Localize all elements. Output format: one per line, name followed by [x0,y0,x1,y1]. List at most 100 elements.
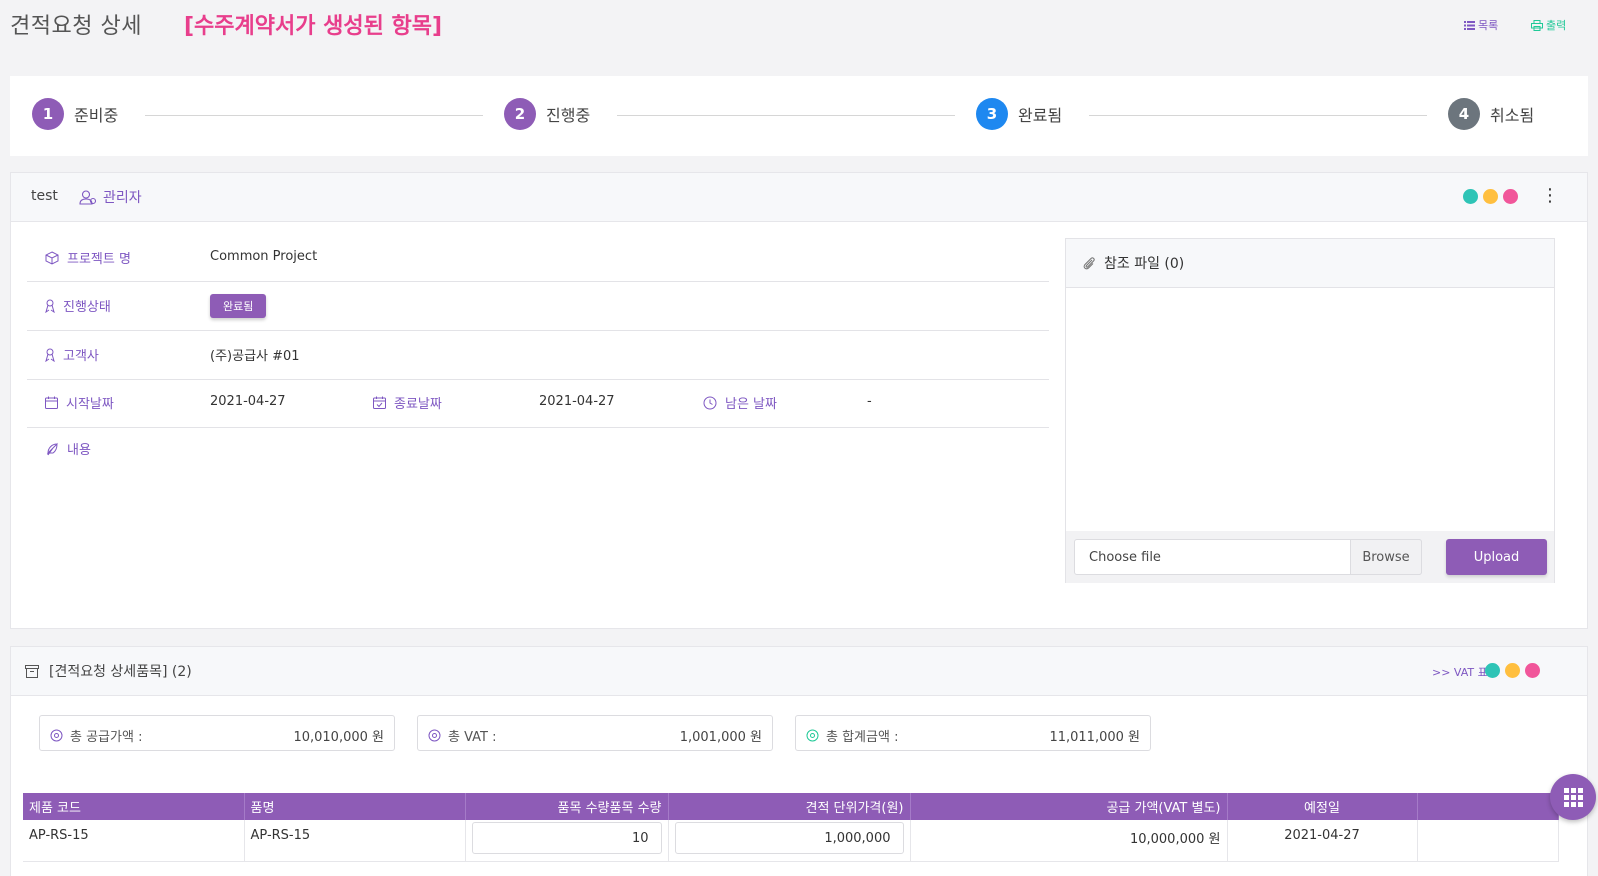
start-date-label: 시작날짜 [45,393,114,412]
step-connector [617,115,955,116]
content-label: 내용 [45,439,91,458]
items-card-header: [견적요청 상세품목] (2) >> VAT 표시 [11,647,1587,696]
detail-card-header: test 관리자 ⋮ [11,173,1587,222]
progress-steps: 1 준비중 2 진행중 3 완료됨 4 취소됨 [10,76,1588,156]
printer-icon [1531,19,1543,31]
reference-files-panel: 참조 파일 (0) Choose file Browse Upload [1065,238,1555,583]
target-icon [50,729,63,742]
step-label: 진행중 [546,106,591,125]
status-label-text: 진행상태 [63,300,111,315]
upload-button[interactable]: Upload [1446,539,1547,575]
items-title-text: [견적요청 상세품목] (2) [49,664,192,680]
step-connector [1089,115,1427,116]
total-amount-label-text: 총 합계금액 : [826,730,899,745]
column-header[interactable]: 견적 단위가격(원) [668,793,911,820]
client-value: (주)공급사 #01 [210,349,300,364]
browse-button[interactable]: Browse [1350,539,1422,575]
status-label: 진행상태 [45,296,111,315]
column-header[interactable]: 품명 [244,793,466,820]
step-in-progress: 2 진행중 [504,98,590,130]
target-icon [806,729,819,742]
column-header[interactable]: 예정일 [1227,793,1418,820]
total-vat-box: 총 VAT : 1,001,000 원 [417,715,773,751]
step-label: 취소됨 [1490,106,1535,125]
page-title: 견적요청 상세 [10,14,142,39]
status-row: 진행상태 완료됨 [27,282,1049,331]
end-date-label: 종료날짜 [373,393,442,412]
table-header-row: 제품 코드 품명 품목 수량품목 수량 견적 단위가격(원) 공급 가액(VAT… [23,793,1559,820]
file-upload-bar: Choose file Browse Upload [1066,531,1554,583]
step-number: 4 [1448,98,1480,130]
step-number: 3 [976,98,1008,130]
client-label-text: 고객사 [63,349,99,364]
role-label: 관리자 [79,187,142,207]
client-label: 고객사 [45,345,99,364]
card-color-dots[interactable] [1463,189,1518,204]
project-label-text: 프로젝트 명 [67,252,131,267]
project-value: Common Project [210,249,318,264]
pink-dot[interactable] [1525,663,1540,678]
list-link[interactable]: 목록 [1464,17,1498,33]
content-label-text: 내용 [67,443,91,458]
total-supply-value: 10,010,000 원 [293,730,384,745]
reference-files-header: 참조 파일 (0) [1066,239,1554,288]
step-number: 1 [32,98,64,130]
column-header[interactable]: 제품 코드 [23,793,245,820]
product-name-cell: AP-RS-15 [244,820,466,862]
yellow-dot[interactable] [1483,189,1498,204]
status-badge: 완료됨 [210,294,267,318]
yellow-dot[interactable] [1505,663,1520,678]
page-subtitle: [수주계약서가 생성된 항목] [184,14,443,39]
unit-price-input[interactable]: 1,000,000 [674,822,904,854]
step-label: 완료됨 [1018,106,1063,125]
step-number: 2 [504,98,536,130]
table-row: AP-RS-15 AP-RS-15 10 1,000,000 10,000,00… [23,820,1559,862]
total-vat-label: 총 VAT : [428,726,497,745]
total-vat-value: 1,001,000 원 [679,730,762,745]
column-header[interactable]: 공급 가액(VAT 별도) [910,793,1228,820]
client-row: 고객사 (주)공급사 #01 [27,331,1049,380]
target-icon [428,729,441,742]
apps-grid-button[interactable] [1550,774,1596,820]
step-label: 준비중 [74,106,119,125]
unit-price-cell: 1,000,000 [668,820,911,862]
box-icon [45,250,59,265]
paperclip-icon [1083,256,1095,269]
due-date-cell: 2021-04-27 [1227,820,1418,862]
remaining-days-value: - [867,394,872,409]
reference-files-title-text: 참조 파일 (0) [1104,256,1185,272]
column-header [1417,793,1559,820]
column-header[interactable]: 품목 수량품목 수량 [465,793,669,820]
project-row: 프로젝트 명 Common Project [27,233,1049,282]
ribbon-icon [45,299,55,313]
teal-dot[interactable] [1485,663,1500,678]
more-options-icon[interactable]: ⋮ [1541,185,1559,206]
list-icon [1464,20,1475,30]
remaining-days-label: 남은 날짜 [703,393,777,412]
teal-dot[interactable] [1463,189,1478,204]
product-code-cell: AP-RS-15 [23,820,245,862]
start-date-label-text: 시작날짜 [66,397,114,412]
clock-icon [703,396,717,409]
pink-dot[interactable] [1503,189,1518,204]
step-preparing: 1 준비중 [32,98,118,130]
calendar-check-icon [373,396,386,409]
total-supply-label-text: 총 공급가액 : [70,730,143,745]
list-link-label: 목록 [1478,19,1499,32]
end-date-value: 2021-04-27 [539,394,615,409]
grid-icon [1563,787,1583,807]
ribbon-icon [45,348,55,362]
total-amount-box: 총 합계금액 : 11,011,000 원 [795,715,1151,751]
project-label: 프로젝트 명 [45,248,131,267]
calendar-icon [45,396,58,409]
supply-amount-cell: 10,000,000 원 [910,820,1228,862]
reference-files-title: 참조 파일 (0) [1082,253,1184,273]
print-link[interactable]: 출력 [1531,17,1566,33]
owner-name: test [31,188,58,204]
items-table: 제품 코드 품명 품목 수량품목 수량 견적 단위가격(원) 공급 가액(VAT… [23,793,1559,862]
total-supply-label: 총 공급가액 : [50,726,142,745]
quantity-cell: 10 [465,820,669,862]
quantity-input[interactable]: 10 [471,822,662,854]
items-color-dots[interactable] [1485,663,1540,678]
archive-icon [25,664,39,678]
